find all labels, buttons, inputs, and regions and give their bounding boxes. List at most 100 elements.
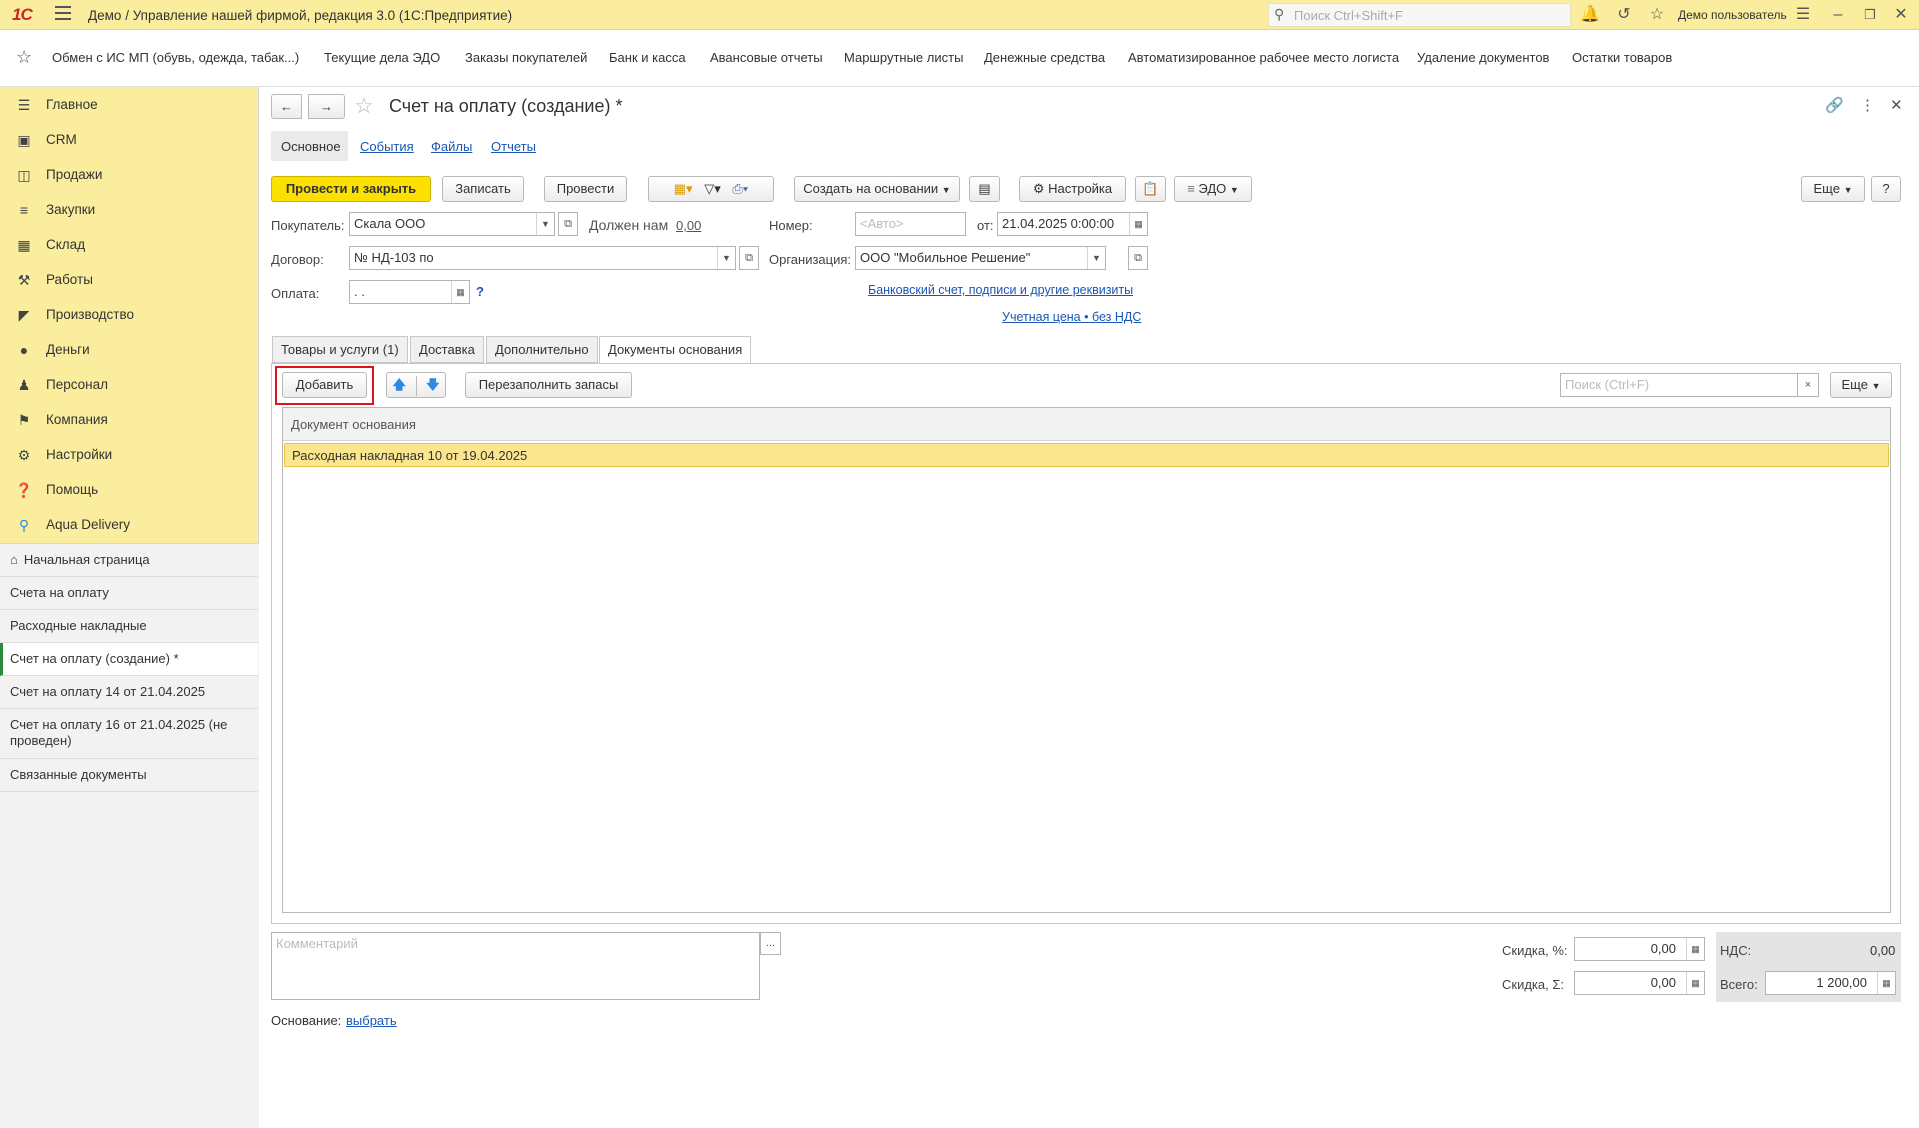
open-window-item[interactable]: Связанные документы [0, 759, 258, 792]
date-field[interactable]: 21.04.2025 0:00:00 ▦ [997, 212, 1148, 236]
owes-value[interactable]: 0,00 [676, 218, 701, 233]
calendar-icon[interactable]: ▦ [1129, 213, 1147, 235]
dropdown-icon[interactable]: ▼ [536, 213, 554, 235]
table-row[interactable]: Расходная накладная 10 от 19.04.2025 [284, 443, 1889, 467]
nav-tab-files[interactable]: Файлы [431, 139, 472, 154]
bank-details-link[interactable]: Банковский счет, подписи и другие реквиз… [868, 283, 1133, 297]
section-production[interactable]: ◤ Производство [0, 297, 259, 332]
dropdown-icon[interactable]: ▼ [1087, 247, 1105, 269]
section-settings[interactable]: ⚙ Настройки [0, 437, 259, 472]
buyer-field[interactable]: Скала ООО ▼ [349, 212, 555, 236]
fav-link[interactable]: Банк и касса [609, 50, 686, 65]
structure-icon[interactable]: ▤ [969, 176, 1000, 202]
clear-search-icon[interactable]: × [1797, 373, 1819, 397]
section-warehouse[interactable]: ▦ Склад [0, 227, 259, 262]
payment-help-link[interactable]: ? [476, 284, 484, 299]
fav-link[interactable]: Заказы покупателей [465, 50, 587, 65]
star-icon[interactable]: ☆ [1647, 5, 1667, 25]
back-button[interactable]: ← [271, 94, 302, 119]
fav-link[interactable]: Удаление документов [1417, 50, 1549, 65]
fav-link[interactable]: Авансовые отчеты [710, 50, 823, 65]
create-based-on-button[interactable]: Создать на основании ▼ [794, 176, 960, 202]
table-search-input[interactable]: Поиск (Ctrl+F) [1560, 373, 1799, 397]
table-more-button[interactable]: Еще ▼ [1830, 372, 1892, 398]
more-button[interactable]: Еще ▼ [1801, 176, 1865, 202]
section-main[interactable]: ☰ Главное [0, 87, 259, 122]
organization-field[interactable]: ООО "Мобильное Решение" ▼ [855, 246, 1106, 270]
tab-basis-documents[interactable]: Документы основания [599, 336, 752, 364]
minimize-icon[interactable]: – [1828, 5, 1848, 25]
open-window-item[interactable]: Счет на оплату 14 от 21.04.2025 [0, 676, 258, 709]
number-field[interactable]: <Авто> [855, 212, 966, 236]
print-icon[interactable]: ⎙▾ [732, 181, 748, 196]
user-name[interactable]: Демо пользователь [1678, 8, 1787, 22]
settings-menu-icon[interactable]: ☰ [1793, 5, 1813, 25]
save-button[interactable]: Записать [442, 176, 524, 202]
edo-button[interactable]: ≡ ЭДО ▼ [1174, 176, 1252, 202]
refill-stock-button[interactable]: Перезаполнить запасы [465, 372, 632, 398]
fav-link[interactable]: Остатки товаров [1572, 50, 1672, 65]
basis-select-link[interactable]: выбрать [346, 1013, 397, 1028]
fav-link[interactable]: Текущие дела ЭДО [324, 50, 440, 65]
nav-tab-reports[interactable]: Отчеты [491, 139, 536, 154]
calculator-icon[interactable]: ▦ [1877, 972, 1895, 994]
bell-icon[interactable]: 🔔 [1580, 5, 1600, 25]
tab-goods[interactable]: Товары и услуги (1) [272, 336, 408, 363]
section-works[interactable]: ⚒ Работы [0, 262, 259, 297]
open-window-item-active[interactable]: Счет на оплату (создание) * [0, 643, 258, 676]
open-window-item[interactable]: Счета на оплату [0, 577, 258, 610]
filter-icon[interactable]: ▽▾ [704, 181, 721, 196]
payment-date-field[interactable]: . . ▦ [349, 280, 470, 304]
accounting-price-link[interactable]: Учетная цена • без НДС [1002, 310, 1141, 324]
open-window-item[interactable]: Счет на оплату 16 от 21.04.2025 (не пров… [0, 709, 258, 759]
fav-link[interactable]: Автоматизированное рабочее место логиста [1128, 50, 1399, 65]
nav-tab-events[interactable]: События [360, 139, 414, 154]
help-button[interactable]: ? [1871, 176, 1901, 202]
arrow-down-icon[interactable]: 🡇 [426, 377, 439, 392]
contract-field[interactable]: № НД-103 по ▼ [349, 246, 736, 270]
post-and-close-button[interactable]: Провести и закрыть [271, 176, 431, 202]
fav-link[interactable]: Маршрутные листы [844, 50, 963, 65]
section-aqua-delivery[interactable]: ⚲ Aqua Delivery [0, 507, 259, 542]
section-personnel[interactable]: ♟ Персонал [0, 367, 259, 402]
arrow-up-icon[interactable]: 🡅 [393, 377, 406, 392]
open-window-home[interactable]: ⌂ Начальная страница [0, 544, 258, 577]
section-money[interactable]: ● Деньги [0, 332, 259, 367]
open-icon[interactable]: ⧉ [1128, 246, 1148, 270]
history-icon[interactable]: ↺ [1614, 5, 1634, 25]
dropdown-icon[interactable]: ▼ [717, 247, 735, 269]
document-settings-icon[interactable]: ▦▾ [674, 181, 693, 196]
calculator-icon[interactable]: ▦ [1686, 938, 1704, 960]
tab-delivery[interactable]: Доставка [410, 336, 484, 363]
close-window-icon[interactable]: ✕ [1891, 5, 1911, 25]
post-button[interactable]: Провести [544, 176, 627, 202]
nav-tab-main[interactable]: Основное [271, 131, 348, 161]
fav-link[interactable]: Денежные средства [984, 50, 1105, 65]
open-window-item[interactable]: Расходные накладные [0, 610, 258, 643]
discount-percent-field[interactable]: 0,00 ▦ [1574, 937, 1705, 961]
more-vertical-icon[interactable]: ⋮ [1860, 96, 1875, 114]
section-purchases[interactable]: ≡ Закупки [0, 192, 259, 227]
clipboard-icon[interactable]: 📋 [1135, 176, 1166, 202]
section-crm[interactable]: ▣ CRM [0, 122, 259, 157]
favorites-star-icon[interactable]: ☆ [16, 47, 32, 68]
discount-sum-field[interactable]: 0,00 ▦ [1574, 971, 1705, 995]
main-menu-icon[interactable] [55, 6, 71, 20]
comment-field[interactable]: Комментарий [271, 932, 760, 1000]
calculator-icon[interactable]: ▦ [1686, 972, 1704, 994]
open-icon[interactable]: ⧉ [739, 246, 759, 270]
comment-expand-button[interactable]: ... [760, 932, 781, 955]
close-form-icon[interactable]: ✕ [1890, 96, 1903, 114]
total-field[interactable]: 1 200,00 ▦ [1765, 971, 1896, 995]
tab-additional[interactable]: Дополнительно [486, 336, 598, 363]
favorite-star-icon[interactable]: ☆ [354, 93, 374, 119]
open-icon[interactable]: ⧉ [558, 212, 578, 236]
section-company[interactable]: ⚑ Компания [0, 402, 259, 437]
section-sales[interactable]: ◫ Продажи [0, 157, 259, 192]
calendar-icon[interactable]: ▦ [451, 281, 469, 303]
column-header-basis-document[interactable]: Документ основания [283, 408, 1890, 441]
global-search-input[interactable]: ⚲ Поиск Ctrl+Shift+F [1268, 3, 1571, 27]
restore-icon[interactable]: ❐ [1860, 5, 1880, 25]
fav-link[interactable]: Обмен с ИС МП (обувь, одежда, табак...) [52, 50, 299, 65]
settings-button[interactable]: ⚙ Настройка [1019, 176, 1126, 202]
